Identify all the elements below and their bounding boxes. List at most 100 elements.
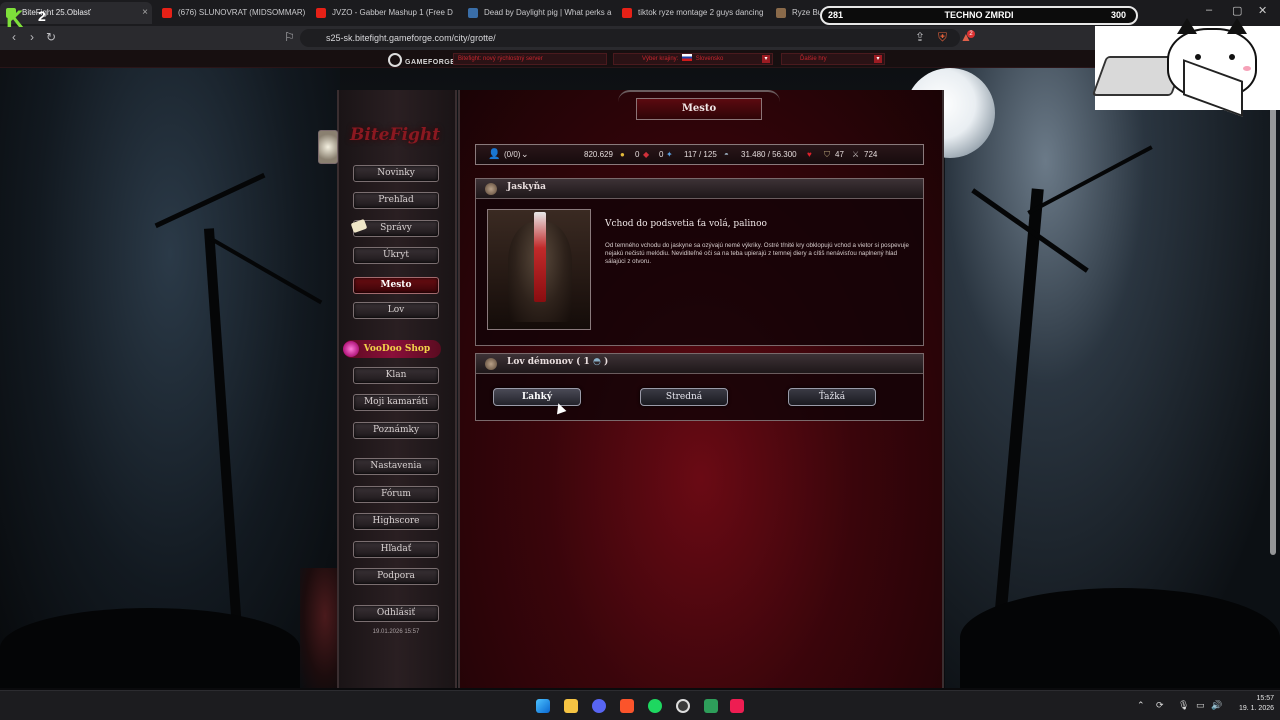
bitefight-logo[interactable]: BiteFight <box>350 125 440 145</box>
tab-ryze[interactable]: Ryze Bu <box>770 2 820 24</box>
cave-heading: Vchod do podsvetia ťa volá, palinoo <box>605 219 767 229</box>
nav-kamarati[interactable]: Moji kamaráti <box>353 394 439 411</box>
difficulty-medium-button[interactable]: Stredná <box>640 388 728 406</box>
app-icon[interactable] <box>704 699 718 713</box>
page-scrollbar[interactable] <box>1270 60 1276 555</box>
tab-dbd[interactable]: Dead by Daylight pig | What perks a <box>462 2 612 24</box>
gold-icon: ● <box>620 150 625 159</box>
nav-highscore[interactable]: Highscore <box>353 513 439 530</box>
nav-nastavenia[interactable]: Nastavenia <box>353 458 439 475</box>
tray-chevron-up-icon[interactable]: ⌃ <box>1137 700 1145 711</box>
nav-podpora[interactable]: Podpora <box>353 568 439 585</box>
gameforge-logo[interactable]: GAMEFORGE <box>388 53 455 67</box>
user-icon[interactable]: 👤 <box>488 145 500 164</box>
cat-blush <box>1243 66 1251 71</box>
nav-hladat[interactable]: Hľadať <box>353 541 439 558</box>
bloody-sword <box>534 212 546 302</box>
tab-youtube-2[interactable]: JVZO - Gabber Mashup 1 (Free D <box>310 2 458 24</box>
gold-value: 820.629 <box>584 150 613 159</box>
page-title: Mesto <box>636 98 762 120</box>
url-field[interactable]: s25-sk.bitefight.gameforge.com/city/grot… <box>300 29 960 47</box>
brave-icon[interactable] <box>620 699 634 713</box>
start-windows-icon[interactable] <box>536 699 550 713</box>
nav-klan[interactable]: Klan <box>353 367 439 384</box>
channel-logo: K <box>6 6 24 33</box>
action-point-icon: ◓ <box>724 150 729 159</box>
tiktok-icon[interactable] <box>730 699 744 713</box>
tab-label: Dead by Daylight pig | What perks a <box>484 8 612 17</box>
battle-value: 724 <box>864 150 878 159</box>
nav-novinky[interactable]: Novinky <box>353 165 439 182</box>
youtube-icon <box>162 8 172 18</box>
forward-icon[interactable]: › <box>30 30 34 44</box>
close-window-icon[interactable]: ✕ <box>1258 4 1267 17</box>
discord-icon[interactable] <box>592 699 606 713</box>
hellstones-value: 0 <box>635 150 640 159</box>
players-count[interactable]: (0/0) <box>504 145 520 164</box>
cave-icon <box>485 183 497 195</box>
action-points-value: 117 / 125 <box>684 150 717 159</box>
volume-icon[interactable]: 🔊 <box>1211 700 1222 711</box>
demon-hunt-title-text: Lov démonov ( 1 <box>507 357 590 367</box>
taskbar-clock[interactable]: 15:57 19. 1. 2026 <box>1224 694 1274 714</box>
ground-silhouette <box>960 588 1280 688</box>
file-explorer-icon[interactable] <box>564 699 578 713</box>
gf-news-text: Bitefight: nový rýchlostný server <box>458 56 543 62</box>
tray-app-icon[interactable]: ⟳ <box>1156 700 1164 711</box>
health-value: 31.480 / 56.300 <box>741 150 797 159</box>
demon-hunt-header: Lov démonov ( 1 ◓ ) <box>476 354 923 374</box>
close-tab-icon[interactable]: × <box>142 2 148 24</box>
goal-target: 300 <box>1110 10 1126 20</box>
display-icon[interactable]: ▭ <box>1196 700 1205 711</box>
nav-ukryt[interactable]: Úkryt <box>353 247 439 264</box>
tab-youtube-1[interactable]: (676) SLUNOVRAT (MIDSOMMAR) D <box>156 2 306 24</box>
microphone-icon[interactable]: 🎙 <box>1178 700 1189 711</box>
cat-eye <box>1229 54 1235 60</box>
nav-mesto[interactable]: Mesto <box>353 277 439 294</box>
country-select[interactable]: Výber krajiny: Slovensko ▾ <box>613 53 773 65</box>
more-games-select[interactable]: Ďalšie hry ▾ <box>781 53 885 65</box>
tab-label: (676) SLUNOVRAT (MIDSOMMAR) D <box>178 8 306 17</box>
cave-panel-title: Jaskyňa <box>507 182 546 192</box>
heart-icon: ♥ <box>807 150 812 159</box>
gf-news-box[interactable]: Bitefight: nový rýchlostný server <box>453 53 607 65</box>
hellstone-icon: ◆ <box>643 150 650 159</box>
maximize-icon[interactable]: ▢ <box>1232 4 1242 17</box>
country-value: Slovensko <box>695 56 724 62</box>
minimize-icon[interactable]: – <box>1206 4 1212 16</box>
nav-poznamky[interactable]: Poznámky <box>353 422 439 439</box>
goal-title: TECHNO ZMRDI <box>944 10 1014 20</box>
spotify-icon[interactable] <box>648 699 662 713</box>
tab-tiktok[interactable]: tiktok ryze montage 2 guys dancing <box>616 2 766 24</box>
knight-portrait-image <box>487 209 591 330</box>
share-icon[interactable]: ⇪ <box>915 30 925 44</box>
chevron-down-icon[interactable]: ⌄ <box>521 145 529 164</box>
cave-panel-header: Jaskyňa <box>476 179 923 199</box>
windows-taskbar <box>0 690 1280 720</box>
country-label: Výber krajiny: <box>642 56 679 62</box>
cave-description: Od temného vchodu do jaskyne sa ozývajú … <box>605 242 909 265</box>
nav-lov[interactable]: Lov <box>353 302 439 319</box>
server-datetime: 19.01.2026 15:57 <box>372 629 420 635</box>
clock-time: 15:57 <box>1256 695 1274 702</box>
nav-prehlad[interactable]: Prehľad <box>353 192 439 209</box>
bookmark-icon[interactable]: ⚐ <box>284 30 295 44</box>
level-shield-icon: ⛉ <box>824 150 830 159</box>
demon-icon <box>485 358 497 370</box>
difficulty-hard-button[interactable]: Ťažká <box>788 388 876 406</box>
channel-logo-number: 2 <box>38 8 46 24</box>
extension-badge: 2 <box>967 30 975 38</box>
level-value: 47 <box>835 150 844 159</box>
cat-ear <box>1177 18 1197 34</box>
reload-icon[interactable]: ↻ <box>46 30 56 44</box>
action-point-icon: ◓ <box>592 357 601 367</box>
demon-hunt-title: Lov démonov ( 1 ◓ ) <box>507 357 608 367</box>
crossed-swords-icon: ⚔ <box>852 150 860 159</box>
demon-hunt-title-close: ) <box>603 357 609 367</box>
cat-eye <box>1195 54 1201 60</box>
logout-button[interactable]: Odhlásiť <box>353 605 439 622</box>
difficulty-easy-button[interactable]: Ľahký <box>493 388 581 406</box>
obs-icon[interactable] <box>676 699 690 713</box>
nav-forum[interactable]: Fórum <box>353 486 439 503</box>
brave-shield-icon[interactable]: ⛨ <box>938 30 947 45</box>
